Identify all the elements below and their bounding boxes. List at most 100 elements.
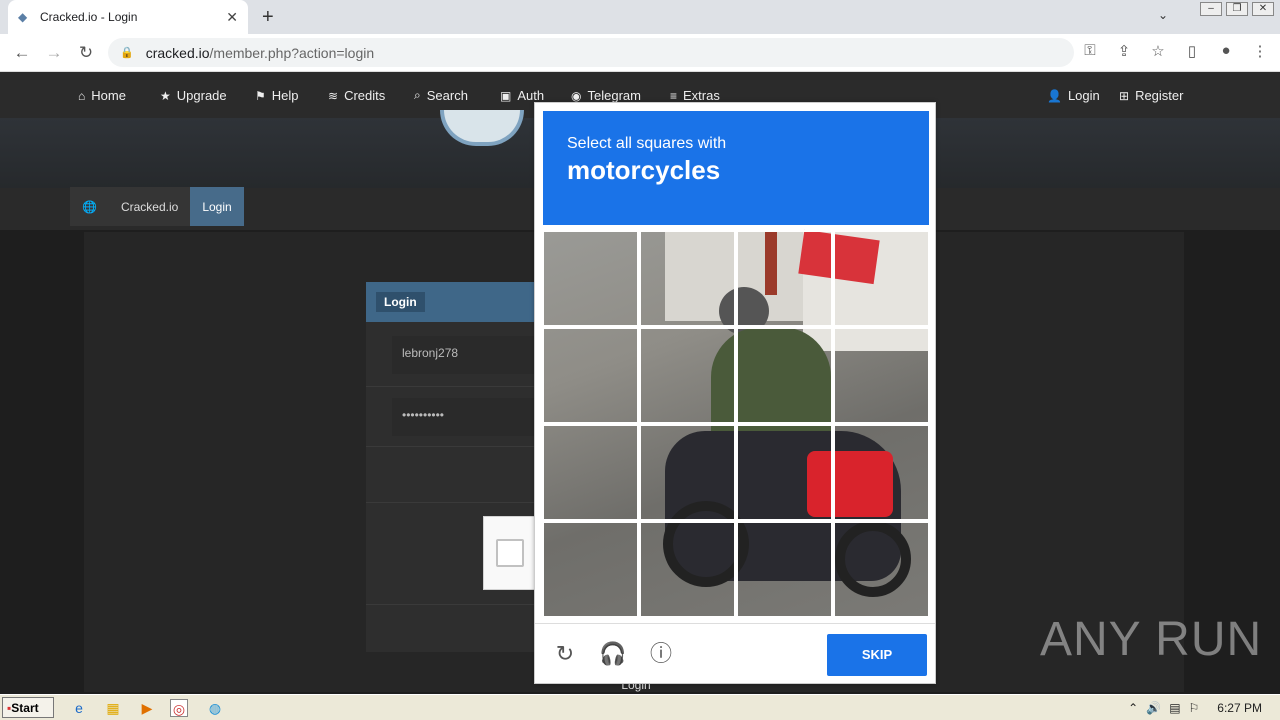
captcha-tile[interactable]	[736, 327, 833, 424]
url-path: /member.php?action=login	[209, 44, 375, 61]
new-tab-icon[interactable]: +	[262, 6, 274, 29]
browser-toolbar: ← → ↻ 🔒 cracked.io /member.php?action=lo…	[0, 34, 1280, 72]
captcha-tile[interactable]	[833, 230, 930, 327]
reload-icon[interactable]: ↻	[70, 43, 102, 63]
plus-icon: ⊞	[1119, 88, 1130, 103]
captcha-tile[interactable]	[542, 327, 639, 424]
nav-home[interactable]: ⌂ Home	[78, 88, 126, 103]
captcha-tile[interactable]	[542, 424, 639, 521]
refresh-icon[interactable]: ↻	[551, 640, 579, 668]
nav-login[interactable]: 👤 Login	[1047, 88, 1100, 103]
captcha-tile[interactable]	[736, 230, 833, 327]
captcha-tile[interactable]	[736, 521, 833, 618]
captcha-checkbox-widget	[483, 516, 535, 590]
nav-label: Home	[91, 88, 126, 103]
restore-icon[interactable]: ❐	[1226, 2, 1248, 16]
nav-label: Telegram	[587, 88, 641, 103]
captcha-tile[interactable]	[542, 521, 639, 618]
edge-icon[interactable]: ◍	[206, 699, 224, 717]
captcha-instruction: Select all squares with	[567, 135, 727, 152]
back-icon[interactable]: ←	[6, 43, 38, 63]
login-header: Login	[366, 282, 536, 322]
nav-auth[interactable]: ▣ Auth	[500, 88, 544, 103]
bookmark-star-icon[interactable]: ☆	[1148, 42, 1168, 60]
tray-chevron-icon[interactable]: ⌃	[1128, 701, 1138, 715]
anyrun-watermark: ANY RUN	[1040, 613, 1263, 666]
skip-button[interactable]: SKIP	[827, 634, 927, 676]
password-field[interactable]: ••••••••••	[392, 398, 534, 436]
forward-icon[interactable]: →	[38, 43, 70, 63]
nav-label: Extras	[683, 88, 720, 103]
start-button[interactable]: ▪Start	[2, 697, 54, 718]
menu-icon: ≡	[670, 88, 678, 103]
chevron-down-icon[interactable]: ⌄	[1158, 8, 1168, 22]
globe-icon[interactable]: 🌐	[70, 187, 109, 226]
clock[interactable]: 6:27 PM	[1217, 701, 1262, 715]
divider	[366, 604, 536, 605]
site-favicon-icon: ◆	[18, 10, 28, 24]
home-icon: ⌂	[78, 88, 86, 103]
nav-telegram[interactable]: ◉ Telegram	[571, 88, 641, 103]
username-field[interactable]: lebronj278	[392, 336, 534, 374]
nav-help[interactable]: ⚑ Help	[255, 88, 299, 103]
login-title: Login	[376, 292, 425, 312]
breadcrumb: 🌐 Cracked.io Login	[70, 187, 244, 226]
nav-register[interactable]: ⊞ Register	[1119, 88, 1183, 103]
captcha-target: motorcycles	[567, 155, 721, 185]
divider	[366, 502, 536, 503]
divider	[366, 446, 536, 447]
address-bar[interactable]: 🔒 cracked.io /member.php?action=login	[108, 38, 1074, 67]
browser-tab-strip: ◆ Cracked.io - Login ✕ + ⌄ – ❐ ✕	[0, 0, 1280, 34]
headphones-icon[interactable]: 🎧	[599, 640, 627, 668]
search-icon: ⌕	[414, 88, 421, 102]
nav-credits[interactable]: ≋ Credits	[328, 88, 385, 103]
browser-tab[interactable]: ◆ Cracked.io - Login ✕	[8, 0, 248, 34]
captcha-tile[interactable]	[542, 230, 639, 327]
action-center-flag-icon[interactable]: ⚐	[1189, 701, 1200, 715]
network-icon[interactable]: ▤	[1169, 701, 1180, 715]
breadcrumb-current[interactable]: Login	[190, 187, 244, 226]
captcha-checkbox[interactable]	[496, 539, 524, 567]
share-icon[interactable]: ⇪	[1114, 42, 1134, 60]
profile-avatar-icon[interactable]: ●	[1216, 42, 1236, 60]
captcha-tile[interactable]	[833, 327, 930, 424]
captcha-image-grid	[542, 229, 930, 618]
nav-label: Login	[1067, 88, 1100, 103]
captcha-tile[interactable]	[639, 230, 736, 327]
nav-label: Auth	[517, 88, 545, 103]
minimize-icon[interactable]: –	[1200, 2, 1222, 16]
breadcrumb-site[interactable]: Cracked.io	[108, 187, 191, 226]
captcha-tile[interactable]	[833, 424, 930, 521]
captcha-tile[interactable]	[639, 521, 736, 618]
key-icon[interactable]: ⚿	[1080, 42, 1100, 60]
explorer-icon[interactable]: ▦	[104, 699, 122, 717]
close-tab-icon[interactable]: ✕	[226, 9, 238, 26]
lock-icon: ▣	[500, 88, 512, 103]
captcha-tile[interactable]	[639, 327, 736, 424]
nav-label: Help	[271, 88, 299, 103]
ie-icon[interactable]: e	[70, 699, 88, 717]
captcha-tile[interactable]	[736, 424, 833, 521]
media-player-icon[interactable]: ▶	[138, 699, 156, 717]
flag-icon: ⚑	[255, 88, 266, 103]
nav-label: Search	[426, 88, 468, 103]
more-menu-icon[interactable]: ⋮	[1250, 42, 1270, 60]
info-icon[interactable]: ⓘ	[647, 640, 675, 668]
system-tray: ⌃ 🔊 ▤ ⚐ 6:27 PM	[1128, 695, 1280, 720]
taskbar: ▪Start e ▦ ▶ ◎ ◍ ⌃ 🔊 ▤ ⚐ 6:27 PM	[0, 694, 1280, 720]
nav-upgrade[interactable]: ★ Upgrade	[160, 88, 227, 103]
captcha-tile[interactable]	[833, 521, 930, 618]
side-panel-icon[interactable]: ▯	[1182, 42, 1202, 60]
close-window-icon[interactable]: ✕	[1252, 2, 1274, 16]
tab-title: Cracked.io - Login	[40, 10, 138, 24]
captcha-footer: ↻ 🎧 ⓘ SKIP	[535, 623, 935, 683]
captcha-tile[interactable]	[639, 424, 736, 521]
captcha-challenge: Select all squares with motorcycles ↻ 🎧 …	[534, 102, 936, 684]
nav-extras[interactable]: ≡ Extras	[670, 88, 720, 103]
start-label: Start	[11, 701, 39, 715]
chrome-icon[interactable]: ◎	[170, 699, 188, 717]
nav-search[interactable]: ⌕ Search	[414, 88, 468, 103]
volume-icon[interactable]: 🔊	[1146, 701, 1161, 715]
star-icon: ★	[160, 88, 171, 103]
captcha-header: Select all squares with motorcycles	[543, 111, 929, 225]
